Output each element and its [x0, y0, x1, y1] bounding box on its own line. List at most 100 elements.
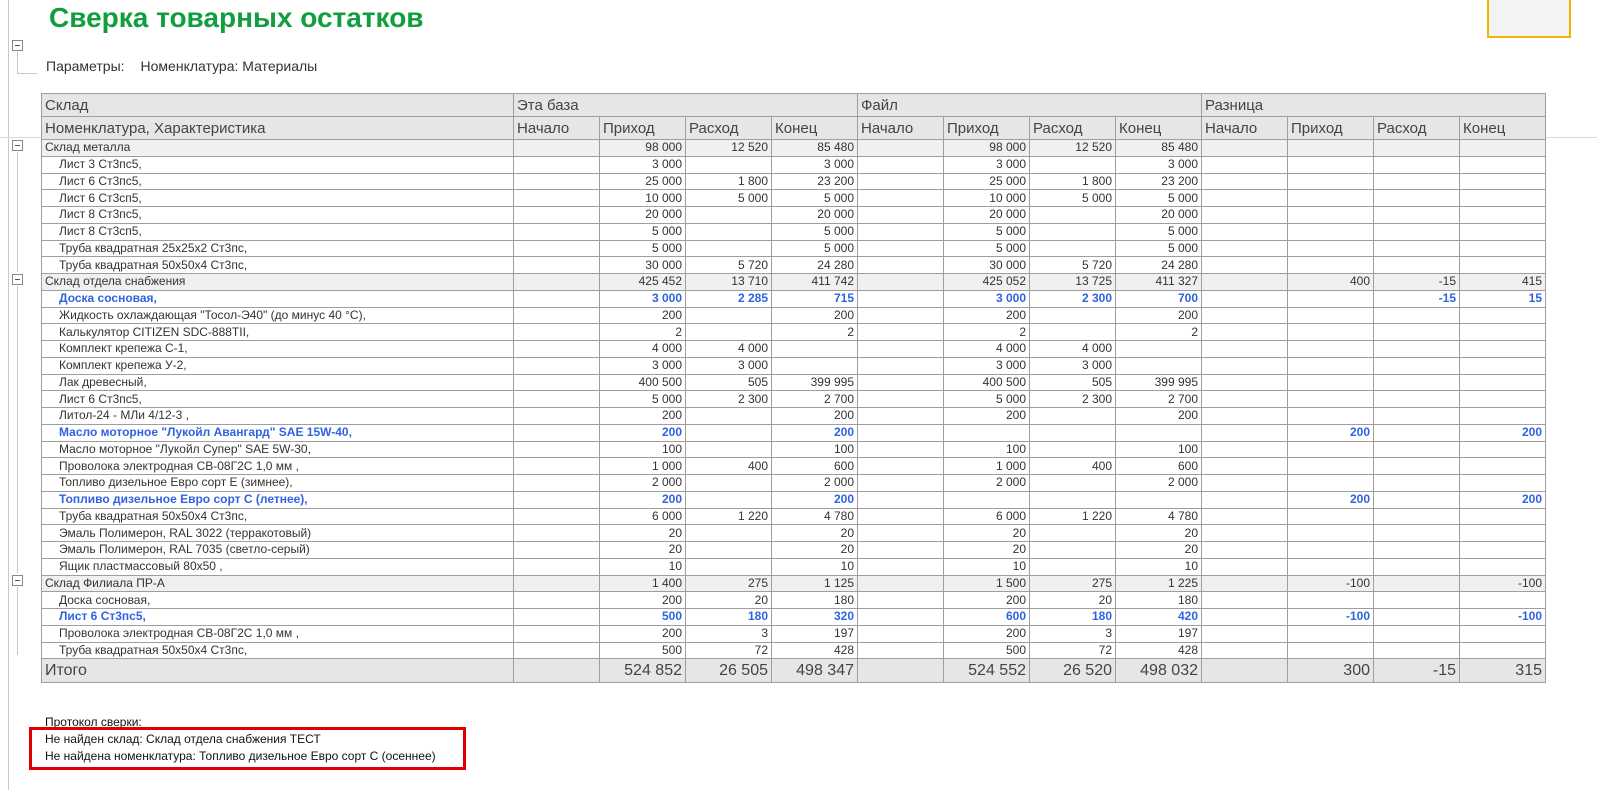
- base-value-cell: 200: [599, 306, 686, 325]
- base-value-cell: 85 480: [771, 139, 858, 157]
- reconciliation-table: Склад Эта база Файл Разница Номенклатура, Ха…: [41, 93, 1546, 684]
- item-row[interactable]: Лист 6 Ст3сп5, 10 000 5 000 5 000 10 000 5 00…: [41, 189, 1546, 207]
- file-value-cell: 100: [943, 440, 1030, 459]
- file-value-cell: [857, 541, 944, 559]
- diff-value-cell: 15: [1459, 289, 1546, 308]
- item-row[interactable]: Доска сосновая, 200 20 180 200 20 180: [41, 591, 1546, 609]
- column-header: Приход: [599, 116, 686, 140]
- item-row[interactable]: Доска сосновая, 3 000 2 285 715 3 000 2 300 70…: [41, 289, 1546, 308]
- collapse-params-icon[interactable]: [12, 40, 23, 51]
- diff-value-cell: [1459, 340, 1546, 358]
- item-row[interactable]: Проволока электродная СВ-08Г2С 1,0 мм , 1…: [41, 457, 1546, 475]
- diff-value-cell: [1459, 222, 1546, 241]
- collapse-group-icon[interactable]: [12, 140, 23, 151]
- file-value-cell: [857, 608, 944, 626]
- warehouse-row[interactable]: Склад металла 98 000 12 520 85 480 98 000 12 …: [41, 139, 1546, 157]
- total-file-cell: 498 032: [1115, 658, 1202, 684]
- base-value-cell: [685, 239, 772, 258]
- file-value-cell: 400: [1029, 457, 1116, 475]
- file-value-cell: 3: [1029, 624, 1116, 643]
- warehouse-row[interactable]: Склад Филиала ПР-А 1 400 275 1 125 1 500 275 1…: [41, 574, 1546, 593]
- diff-value-cell: [1201, 340, 1288, 358]
- file-value-cell: 5 000: [943, 239, 1030, 258]
- file-value-cell: [857, 155, 944, 174]
- item-name: Эмаль Полимерон, RAL 7035 (светло-серый): [41, 541, 514, 559]
- item-row[interactable]: Проволока электродная СВ-08Г2С 1,0 мм , 2…: [41, 624, 1546, 643]
- item-row[interactable]: Комплект крепежа У-2, 3 000 3 000 3 000 3 00…: [41, 356, 1546, 375]
- file-value-cell: 3 000: [943, 155, 1030, 174]
- header-file: Файл: [857, 93, 1202, 117]
- base-value-cell: 3 000: [771, 155, 858, 174]
- item-row[interactable]: Лист 6 Ст3пс5, 5 000 2 300 2 700 5 000 2 300 2…: [41, 390, 1546, 408]
- item-row[interactable]: Труба квадратная 50х50х4 Ст3пс, 6 000 1 22…: [41, 507, 1546, 526]
- base-value-cell: 10 000: [599, 189, 686, 207]
- file-value-cell: [857, 289, 944, 308]
- file-value-cell: [1029, 323, 1116, 341]
- file-value-cell: [1115, 423, 1202, 442]
- warehouse-row[interactable]: Склад отдела снабжения 425 452 13 710 411 7…: [41, 273, 1546, 291]
- item-name: Труба квадратная 50х50х4 Ст3пс,: [41, 256, 514, 274]
- file-value-cell: [857, 407, 944, 425]
- diff-value-cell: [1373, 306, 1460, 325]
- item-row[interactable]: Лист 6 Ст3пс5, 500 180 320 600 180 420 -100 -100: [41, 608, 1546, 626]
- item-row[interactable]: Лист 3 Ст3пс5, 3 000 3 000 3 000 3 000: [41, 155, 1546, 174]
- item-row[interactable]: Топливо дизельное Евро сорт С (летнее), 2…: [41, 490, 1546, 509]
- item-row[interactable]: Эмаль Полимерон, RAL 7035 (светло-серый)…: [41, 541, 1546, 559]
- warehouse-name: Склад Филиала ПР-А: [41, 574, 514, 593]
- item-name: Лак древесный,: [41, 373, 514, 392]
- file-value-cell: 5 000: [943, 390, 1030, 408]
- item-row[interactable]: Лист 8 Ст3сп5, 5 000 5 000 5 000 5 000: [41, 222, 1546, 241]
- base-value-cell: 4 000: [685, 340, 772, 358]
- item-row[interactable]: Жидкость охлаждающая "Тосол-Э40" (до мин…: [41, 306, 1546, 325]
- item-row[interactable]: Лак древесный, 400 500 505 399 995 400 500 50…: [41, 373, 1546, 392]
- file-value-cell: 1 800: [1029, 172, 1116, 191]
- item-row[interactable]: Труба квадратная 25х25х2 Ст3пс, 5 000 5 00…: [41, 239, 1546, 258]
- diff-value-cell: 200: [1287, 423, 1374, 442]
- outline-line: [17, 52, 18, 74]
- file-value-cell: 2 000: [1115, 474, 1202, 492]
- column-header: Расход: [685, 116, 772, 140]
- column-header: Расход: [1373, 116, 1460, 140]
- collapse-group-icon[interactable]: [12, 575, 23, 586]
- diff-value-cell: [1459, 373, 1546, 392]
- file-value-cell: 500: [943, 641, 1030, 660]
- file-value-cell: 4 000: [943, 340, 1030, 358]
- corner-panel[interactable]: [1487, 0, 1571, 38]
- diff-value-cell: [1373, 440, 1460, 459]
- item-row[interactable]: Эмаль Полимерон, RAL 3022 (терракотовый)…: [41, 524, 1546, 542]
- item-row[interactable]: Топливо дизельное Евро сорт Е (зимнее), 2…: [41, 474, 1546, 492]
- total-file-cell: 26 520: [1029, 658, 1116, 684]
- item-row[interactable]: Лист 8 Ст3пс5, 20 000 20 000 20 000 20 000: [41, 206, 1546, 224]
- item-row[interactable]: Труба квадратная 50х50х4 Ст3пс, 500 72 428 5…: [41, 641, 1546, 660]
- base-value-cell: [513, 490, 600, 509]
- diff-value-cell: [1201, 608, 1288, 626]
- diff-value-cell: [1287, 373, 1374, 392]
- diff-value-cell: [1201, 490, 1288, 509]
- base-value-cell: 12 520: [685, 139, 772, 157]
- item-row[interactable]: Труба квадратная 50х50х4 Ст3пс, 30 000 5 7…: [41, 256, 1546, 274]
- diff-value-cell: [1373, 356, 1460, 375]
- item-row[interactable]: Масло моторное "Лукойл Авангард" SAE 15W…: [41, 423, 1546, 442]
- file-value-cell: 2 300: [1029, 390, 1116, 408]
- diff-value-cell: [1201, 524, 1288, 542]
- diff-value-cell: [1287, 155, 1374, 174]
- item-row[interactable]: Ящик пластмассовый 80х50 , 10 10 10 10: [41, 557, 1546, 576]
- base-value-cell: 4 000: [599, 340, 686, 358]
- diff-value-cell: [1287, 390, 1374, 408]
- base-value-cell: 6 000: [599, 507, 686, 526]
- item-row[interactable]: Калькулятор CITIZEN SDC-888TII, 2 2 2 2: [41, 323, 1546, 341]
- base-value-cell: 3 000: [599, 155, 686, 174]
- file-value-cell: 10 000: [943, 189, 1030, 207]
- item-row[interactable]: Комплект крепежа С-1, 4 000 4 000 4 000 4 00…: [41, 340, 1546, 358]
- diff-value-cell: [1373, 541, 1460, 559]
- item-row[interactable]: Литол-24 - МЛи 4/12-3 , 200 200 200 200: [41, 407, 1546, 425]
- file-value-cell: 20: [1115, 541, 1202, 559]
- file-value-cell: 197: [1115, 624, 1202, 643]
- item-row[interactable]: Масло моторное "Лукойл Супер" SAE 5W-30,…: [41, 440, 1546, 459]
- item-row[interactable]: Лист 6 Ст3пс5, 25 000 1 800 23 200 25 000 1 8…: [41, 172, 1546, 191]
- file-value-cell: 72: [1029, 641, 1116, 660]
- diff-value-cell: [1373, 641, 1460, 660]
- file-value-cell: [857, 423, 944, 442]
- file-value-cell: [1029, 407, 1116, 425]
- collapse-group-icon[interactable]: [12, 274, 23, 285]
